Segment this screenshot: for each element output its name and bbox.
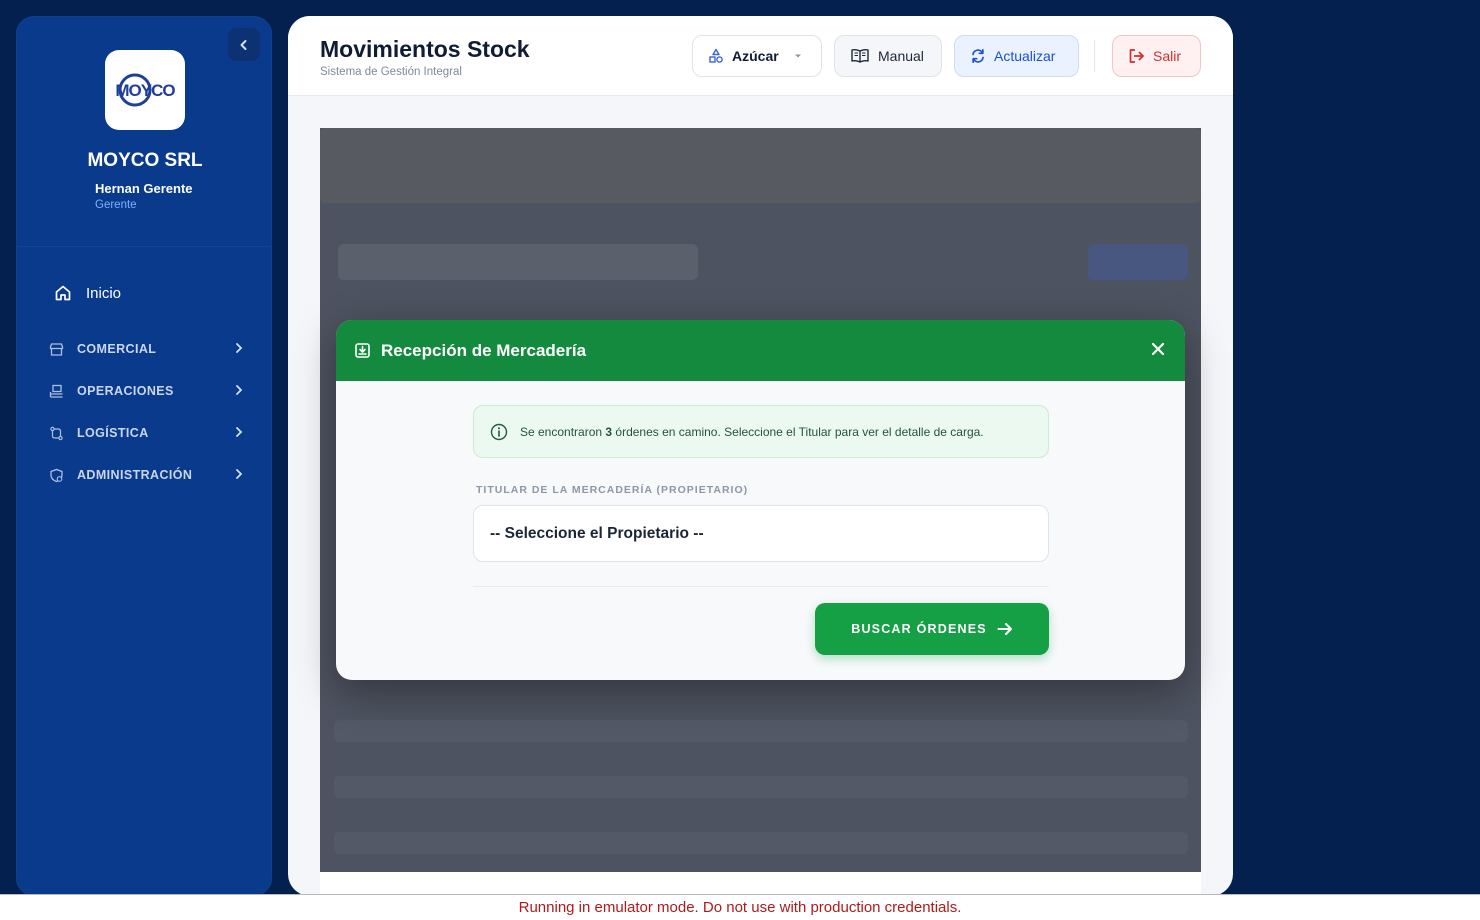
refresh-button-label: Actualizar: [994, 48, 1056, 64]
page-subtitle: Sistema de Gestión Integral: [320, 66, 462, 78]
sidebar-item-administracion[interactable]: ADMINISTRACIÓN: [48, 461, 244, 489]
download-box-icon: [355, 343, 370, 358]
owner-field-label: TITULAR DE LA MERCADERÍA (PROPIETARIO): [476, 484, 749, 496]
close-modal-button[interactable]: [1147, 338, 1169, 360]
content-footer: [320, 872, 1201, 896]
shapes-icon: [709, 48, 723, 63]
header-divider: [1094, 40, 1095, 72]
sidebar-item-operaciones[interactable]: OPERACIONES: [48, 377, 244, 405]
company-logo: MOYCO: [105, 50, 185, 130]
collapse-sidebar-button[interactable]: [228, 28, 260, 61]
chevron-down-icon: [794, 54, 801, 58]
emulator-warning-banner: Running in emulator mode. Do not use wit…: [0, 894, 1480, 920]
owner-select[interactable]: -- Seleccione el Propietario --: [473, 505, 1049, 562]
logout-button-label: Salir: [1153, 48, 1182, 64]
sidebar-item-comercial[interactable]: COMERCIAL: [48, 335, 244, 363]
arrow-right-icon: [997, 623, 1012, 635]
search-orders-button[interactable]: BUSCAR ÓRDENES: [815, 603, 1049, 655]
sidebar-item-label: ADMINISTRACIÓN: [77, 468, 193, 482]
modal-divider: [473, 586, 1049, 587]
user-role: Gerente: [95, 199, 137, 211]
logout-icon: [1129, 49, 1144, 63]
alert-suffix: órdenes en camino. Seleccione el Titular…: [612, 424, 984, 439]
admin-icon: [48, 467, 64, 483]
sidebar-item-inicio[interactable]: Inicio: [54, 284, 121, 302]
user-name: Hernan Gerente: [95, 181, 193, 196]
chevron-right-icon: [234, 426, 244, 441]
operations-icon: [48, 383, 64, 399]
orders-found-alert: Se encontraron 3 órdenes en camino. Sele…: [473, 405, 1049, 458]
book-icon: [851, 48, 869, 63]
chevron-right-icon: [234, 468, 244, 483]
owner-select-value: -- Seleccione el Propietario --: [490, 524, 704, 542]
store-icon: [48, 341, 64, 357]
logout-button[interactable]: Salir: [1112, 35, 1201, 77]
chevron-right-icon: [234, 384, 244, 399]
page-header: Movimientos Stock Sistema de Gestión Int…: [288, 16, 1233, 96]
home-icon: [55, 285, 71, 301]
info-icon: [490, 423, 508, 440]
sidebar-item-label: OPERACIONES: [77, 384, 174, 398]
logo-text: MOYCO: [115, 81, 175, 100]
sidebar-item-logistica[interactable]: LOGÍSTICA: [48, 419, 244, 447]
reception-modal: Recepción de Mercadería Se encontraron 3…: [336, 320, 1185, 680]
close-icon: [1151, 342, 1165, 356]
modal-header: Recepción de Mercadería: [336, 320, 1185, 381]
sidebar-item-label: Inicio: [86, 284, 122, 302]
product-selector-value: Azúcar: [732, 48, 779, 64]
chevron-left-icon: [240, 39, 247, 50]
manual-button[interactable]: Manual: [834, 35, 942, 77]
company-name: MOYCO SRL: [87, 150, 203, 171]
product-selector[interactable]: Azúcar: [692, 35, 822, 77]
alert-prefix: Se encontraron: [520, 424, 606, 439]
chevron-right-icon: [234, 342, 244, 357]
route-icon: [48, 425, 64, 441]
modal-title: Recepción de Mercadería: [381, 340, 587, 360]
sidebar-divider: [17, 246, 271, 247]
page-title: Movimientos Stock: [320, 36, 530, 62]
search-orders-label: BUSCAR ÓRDENES: [851, 622, 987, 636]
sidebar: MOYCO MOYCO SRL Hernan Gerente Gerente I…: [16, 16, 272, 896]
sidebar-item-label: COMERCIAL: [77, 342, 157, 356]
refresh-icon: [972, 48, 984, 64]
sidebar-item-label: LOGÍSTICA: [77, 426, 149, 440]
alert-message: Se encontraron 3 órdenes en camino. Sele…: [520, 425, 984, 439]
manual-button-label: Manual: [878, 48, 924, 64]
refresh-button[interactable]: Actualizar: [954, 35, 1079, 77]
